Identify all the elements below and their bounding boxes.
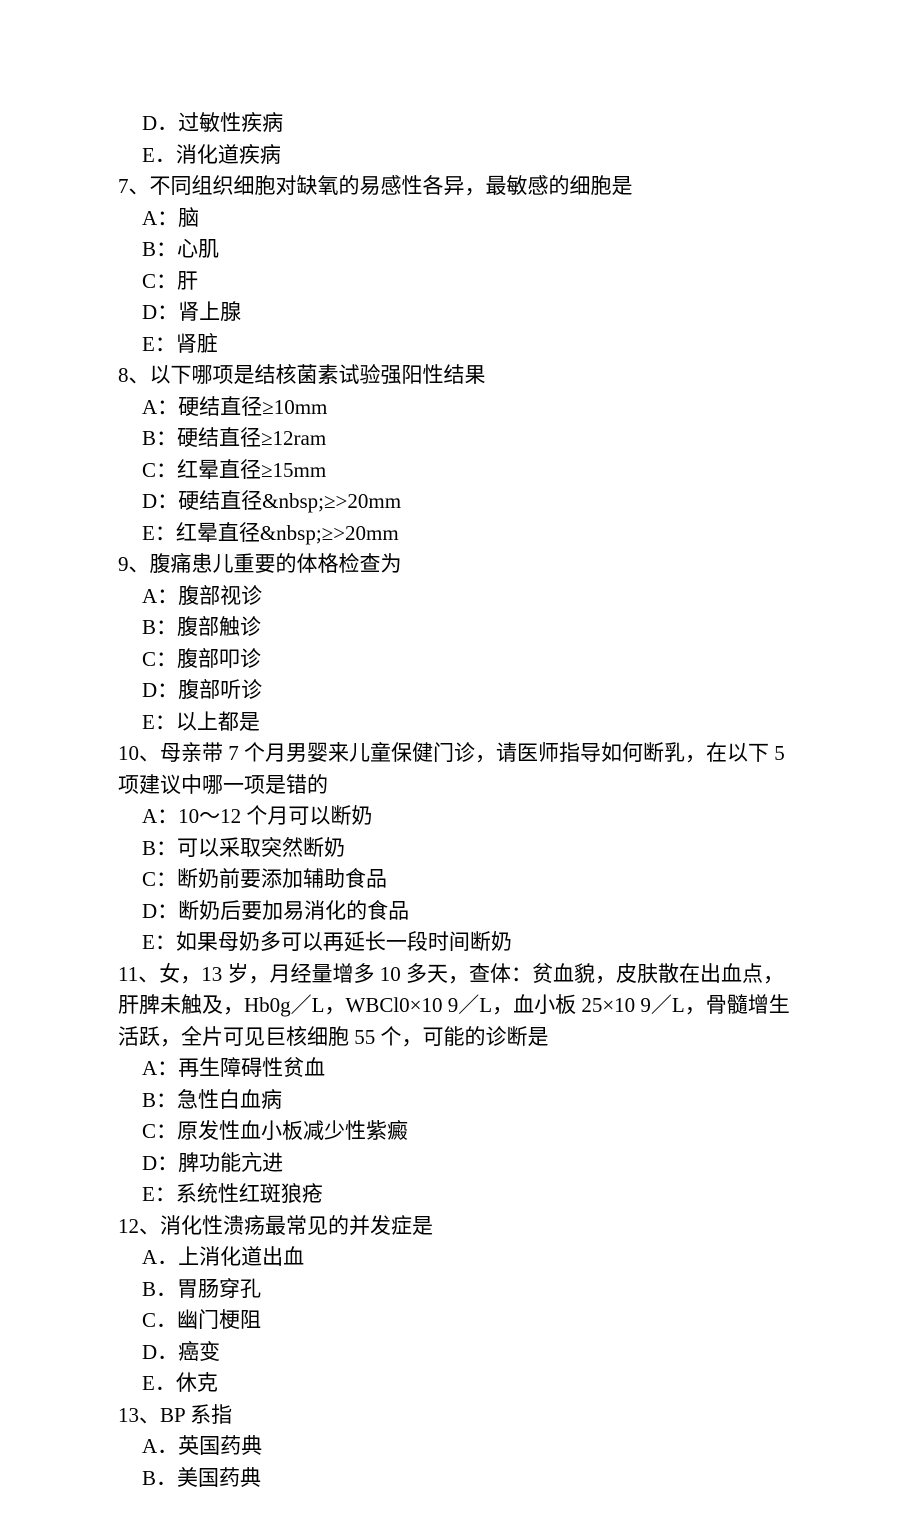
- option-text: A：脑: [118, 203, 802, 235]
- option-text: D：脾功能亢进: [118, 1148, 802, 1180]
- option-text: A．英国药典: [118, 1431, 802, 1463]
- option-text: C：断奶前要添加辅助食品: [118, 864, 802, 896]
- option-text: B：急性白血病: [118, 1085, 802, 1117]
- option-text: E：肾脏: [118, 329, 802, 361]
- option-text: B：心肌: [118, 234, 802, 266]
- option-text: E．休克: [118, 1368, 802, 1400]
- option-text: E．消化道疾病: [118, 140, 802, 172]
- option-text: D．过敏性疾病: [118, 108, 802, 140]
- option-text: C：肝: [118, 266, 802, 298]
- option-text: D：断奶后要加易消化的食品: [118, 896, 802, 928]
- option-text: E：系统性红斑狼疮: [118, 1179, 802, 1211]
- question-text: 13、BP 系指: [118, 1400, 802, 1432]
- option-text: D：硬结直径&nbsp;≥>20mm: [118, 486, 802, 518]
- option-text: D：肾上腺: [118, 297, 802, 329]
- option-text: A：10～12 个月可以断奶: [118, 801, 802, 833]
- question-text: 11、女，13 岁，月经量增多 10 多天，查体：贫血貌，皮肤散在出血点，肝脾未…: [118, 959, 802, 1054]
- option-text: C：腹部叩诊: [118, 644, 802, 676]
- option-text: A．上消化道出血: [118, 1242, 802, 1274]
- option-text: E：如果母奶多可以再延长一段时间断奶: [118, 927, 802, 959]
- option-text: C．幽门梗阻: [118, 1305, 802, 1337]
- question-text: 9、腹痛患儿重要的体格检查为: [118, 549, 802, 581]
- option-text: B．胃肠穿孔: [118, 1274, 802, 1306]
- option-text: A：腹部视诊: [118, 581, 802, 613]
- question-text: 10、母亲带 7 个月男婴来儿童保健门诊，请医师指导如何断乳，在以下 5 项建议…: [118, 738, 802, 801]
- option-text: B：可以采取突然断奶: [118, 833, 802, 865]
- option-text: B：腹部触诊: [118, 612, 802, 644]
- option-text: D．癌变: [118, 1337, 802, 1369]
- question-text: 7、不同组织细胞对缺氧的易感性各异，最敏感的细胞是: [118, 171, 802, 203]
- option-text: B．美国药典: [118, 1463, 802, 1495]
- document-page: D．过敏性疾病E．消化道疾病7、不同组织细胞对缺氧的易感性各异，最敏感的细胞是A…: [0, 0, 920, 1534]
- option-text: E：红晕直径&nbsp;≥>20mm: [118, 518, 802, 550]
- option-text: D：腹部听诊: [118, 675, 802, 707]
- question-text: 12、消化性溃疡最常见的并发症是: [118, 1211, 802, 1243]
- option-text: B：硬结直径≥12ram: [118, 423, 802, 455]
- option-text: A：再生障碍性贫血: [118, 1053, 802, 1085]
- option-text: E：以上都是: [118, 707, 802, 739]
- option-text: C：红晕直径≥15mm: [118, 455, 802, 487]
- question-text: 8、以下哪项是结核菌素试验强阳性结果: [118, 360, 802, 392]
- option-text: A：硬结直径≥10mm: [118, 392, 802, 424]
- option-text: C：原发性血小板减少性紫癜: [118, 1116, 802, 1148]
